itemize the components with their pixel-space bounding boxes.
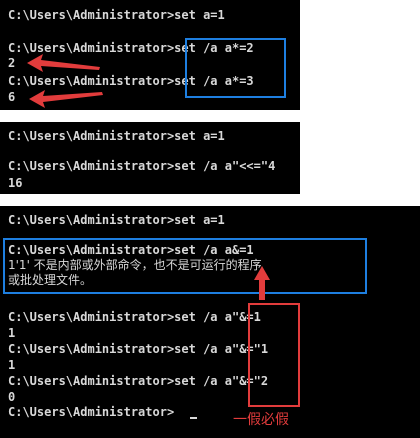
terminal-cursor [190, 417, 197, 419]
terminal-line: C:\Users\Administrator>set a=1 [8, 213, 225, 227]
terminal-output: 6 [8, 90, 16, 104]
terminal-line: C:\Users\Administrator>set a=1 [8, 8, 225, 22]
terminal-line: C:\Users\Administrator>set /a a"<<="4 [8, 159, 276, 173]
annotation-label: 一假必假 [233, 412, 289, 428]
terminal-output: 0 [8, 390, 16, 404]
terminal-line: C:\Users\Administrator>set /a a"&=1 [8, 310, 261, 324]
blue-highlight-box [185, 38, 286, 98]
terminal-line: C:\Users\Administrator>set /a a"&="1 [8, 342, 269, 356]
terminal-line: C:\Users\Administrator>set a=1 [8, 129, 225, 143]
terminal-prompt: C:\Users\Administrator> [8, 405, 175, 419]
terminal-output: 2 [8, 56, 16, 70]
blue-highlight-box [3, 238, 367, 294]
red-highlight-box [248, 303, 300, 407]
terminal-output: 1 [8, 326, 16, 340]
terminal-output: 1 [8, 358, 16, 372]
terminal-line: C:\Users\Administrator>set /a a"&="2 [8, 374, 269, 388]
terminal-panel-2: C:\Users\Administrator>set a=1 C:\Users\… [0, 122, 300, 194]
terminal-output: 16 [8, 176, 23, 190]
